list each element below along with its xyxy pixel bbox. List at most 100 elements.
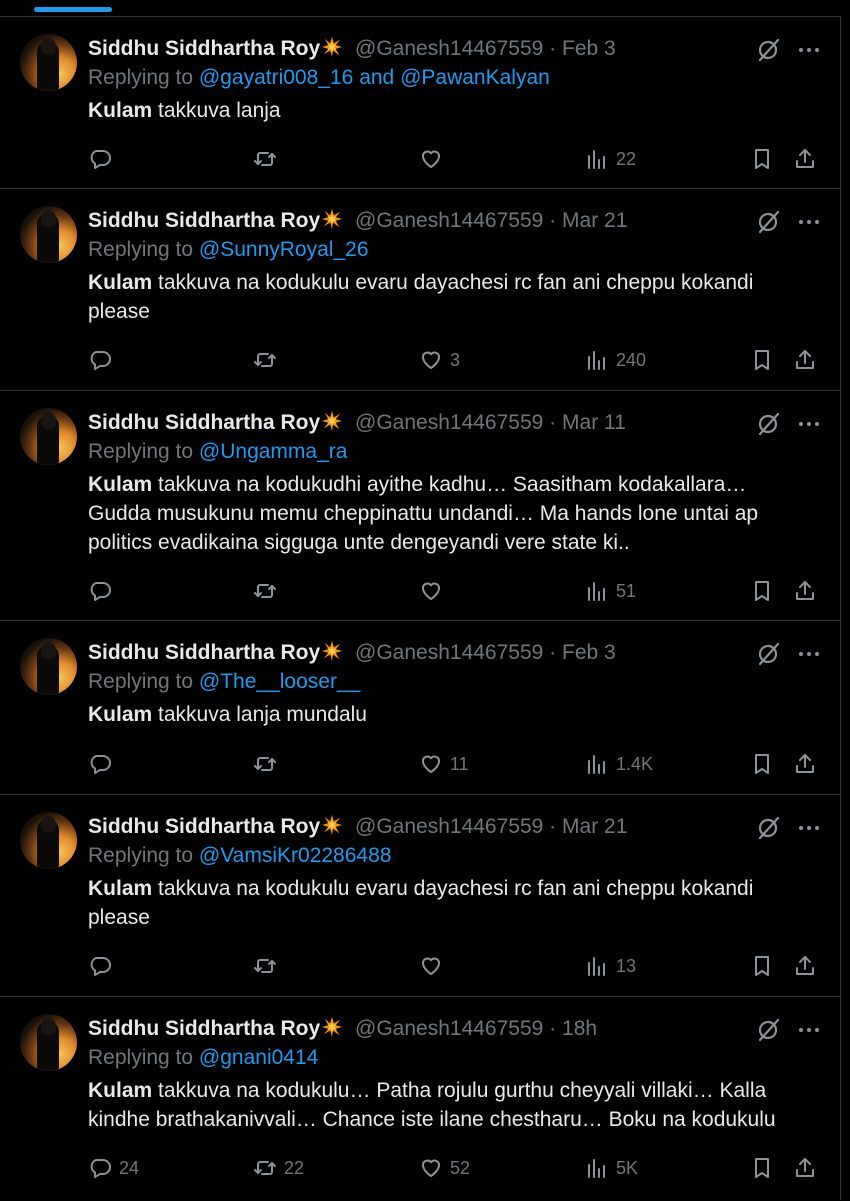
mention-link[interactable]: @SunnyRoyal_26	[199, 238, 369, 261]
mention-link[interactable]: @PawanKalyan	[400, 66, 550, 89]
mention-link[interactable]: @Ungamma_ra	[199, 440, 348, 463]
views-chart-icon	[588, 957, 605, 977]
display-name[interactable]: Siddhu Siddhartha Roy	[88, 815, 320, 838]
views-button[interactable]: 22	[585, 144, 636, 172]
tweet[interactable]: Siddhu Siddhartha Roy @Ganesh14467559 · …	[0, 390, 840, 621]
timestamp[interactable]: Mar 21	[562, 209, 627, 232]
tweet[interactable]: Siddhu Siddhartha Roy @Ganesh14467559 · …	[0, 188, 840, 391]
avatar[interactable]	[20, 1014, 77, 1071]
timestamp[interactable]: 18h	[562, 1017, 597, 1040]
share-button[interactable]	[793, 345, 817, 373]
like-button[interactable]	[419, 951, 450, 979]
timestamp[interactable]: Mar 21	[562, 815, 627, 838]
bookmark-button[interactable]	[750, 951, 774, 979]
retweet-button[interactable]	[253, 749, 284, 777]
tweet-text-rest: takkuva na kodukudhi ayithe kadhu… Saasi…	[88, 473, 759, 554]
bookmark-button[interactable]	[750, 144, 774, 172]
reply-button[interactable]	[88, 951, 119, 979]
tweet[interactable]: Siddhu Siddhartha Roy @Ganesh14467559 · …	[0, 794, 840, 997]
retweet-icon	[254, 1161, 276, 1176]
tweet-actions: 22	[0, 144, 840, 172]
tweet[interactable]: Siddhu Siddhartha Roy @Ganesh14467559 · …	[0, 16, 840, 189]
view-count: 22	[616, 149, 637, 170]
user-handle[interactable]: @Ganesh14467559	[355, 815, 543, 838]
display-name[interactable]: Siddhu Siddhartha Roy	[88, 411, 320, 434]
retweet-button[interactable]: 22	[253, 1153, 304, 1181]
grok-icon[interactable]	[756, 209, 782, 235]
user-handle[interactable]: @Ganesh14467559	[355, 209, 543, 232]
heart-icon	[422, 351, 440, 370]
tweet-header: Siddhu Siddhartha Roy @Ganesh14467559 · …	[88, 639, 808, 666]
mention-link[interactable]: @gnani0414	[199, 1046, 318, 1069]
retweet-button[interactable]	[253, 576, 284, 604]
grok-icon[interactable]	[756, 37, 782, 63]
replying-to-label: Replying to	[88, 440, 194, 463]
views-button[interactable]: 13	[585, 951, 636, 979]
display-name[interactable]: Siddhu Siddhartha Roy	[88, 1017, 320, 1040]
more-options-icon[interactable]	[798, 641, 820, 667]
like-button[interactable]: 3	[419, 345, 460, 373]
views-button[interactable]: 240	[585, 345, 646, 373]
reply-icon	[90, 1159, 111, 1179]
user-handle[interactable]: @Ganesh14467559	[355, 1017, 543, 1040]
user-handle[interactable]: @Ganesh14467559	[355, 37, 543, 60]
share-button[interactable]	[793, 749, 817, 777]
grok-icon[interactable]	[756, 1017, 782, 1043]
more-options-icon[interactable]	[798, 209, 820, 235]
user-handle[interactable]: @Ganesh14467559	[355, 641, 543, 664]
grok-icon[interactable]	[756, 411, 782, 437]
share-button[interactable]	[793, 144, 817, 172]
reply-button[interactable]: 24	[88, 1153, 139, 1181]
like-button[interactable]	[419, 576, 450, 604]
avatar[interactable]	[20, 408, 77, 465]
reply-button[interactable]	[88, 144, 119, 172]
avatar[interactable]	[20, 34, 77, 91]
share-button[interactable]	[793, 576, 817, 604]
avatar[interactable]	[20, 206, 77, 263]
views-button[interactable]: 5K	[585, 1153, 638, 1181]
share-button[interactable]	[793, 951, 817, 979]
grok-icon[interactable]	[756, 815, 782, 841]
bookmark-icon	[755, 1158, 769, 1179]
retweet-button[interactable]	[253, 345, 284, 373]
grok-icon[interactable]	[756, 641, 782, 667]
mention-link[interactable]: @gayatri008_16	[199, 66, 353, 89]
tweet-text-rest: takkuva na kodukulu… Patha rojulu gurthu…	[88, 1079, 776, 1131]
retweet-button[interactable]	[253, 144, 284, 172]
retweet-button[interactable]	[253, 951, 284, 979]
separator-dot: ·	[549, 37, 557, 60]
views-button[interactable]: 1.4K	[585, 749, 653, 777]
more-options-icon[interactable]	[798, 815, 820, 841]
display-name[interactable]: Siddhu Siddhartha Roy	[88, 209, 320, 232]
bookmark-button[interactable]	[750, 345, 774, 373]
avatar[interactable]	[20, 812, 77, 869]
like-button[interactable]: 52	[419, 1153, 470, 1181]
tweet[interactable]: Siddhu Siddhartha Roy @Ganesh14467559 · …	[0, 620, 840, 795]
more-options-icon[interactable]	[798, 1017, 820, 1043]
views-button[interactable]: 51	[585, 576, 636, 604]
more-options-icon[interactable]	[798, 411, 820, 437]
timestamp[interactable]: Feb 3	[562, 641, 616, 664]
tweet[interactable]: Siddhu Siddhartha Roy @Ganesh14467559 · …	[0, 996, 840, 1201]
bookmark-button[interactable]	[750, 749, 774, 777]
views-chart-icon	[588, 582, 605, 602]
bookmark-button[interactable]	[750, 1153, 774, 1181]
display-name[interactable]: Siddhu Siddhartha Roy	[88, 641, 320, 664]
like-button[interactable]	[419, 144, 450, 172]
timestamp[interactable]: Mar 11	[562, 411, 626, 434]
display-name[interactable]: Siddhu Siddhartha Roy	[88, 37, 320, 60]
reply-button[interactable]	[88, 749, 119, 777]
more-options-icon[interactable]	[798, 37, 820, 63]
reply-button[interactable]	[88, 345, 119, 373]
avatar[interactable]	[20, 638, 77, 695]
reply-button[interactable]	[88, 576, 119, 604]
mention-link[interactable]: @The__looser__	[199, 670, 360, 693]
collision-emoji-icon	[321, 410, 343, 432]
mention-link[interactable]: @VamsiKr02286488	[199, 844, 392, 867]
timestamp[interactable]: Feb 3	[562, 37, 616, 60]
user-handle[interactable]: @Ganesh14467559	[355, 411, 543, 434]
tweet-text-bold: Kulam	[88, 271, 153, 294]
like-button[interactable]: 11	[419, 749, 469, 777]
bookmark-button[interactable]	[750, 576, 774, 604]
share-button[interactable]	[793, 1153, 817, 1181]
